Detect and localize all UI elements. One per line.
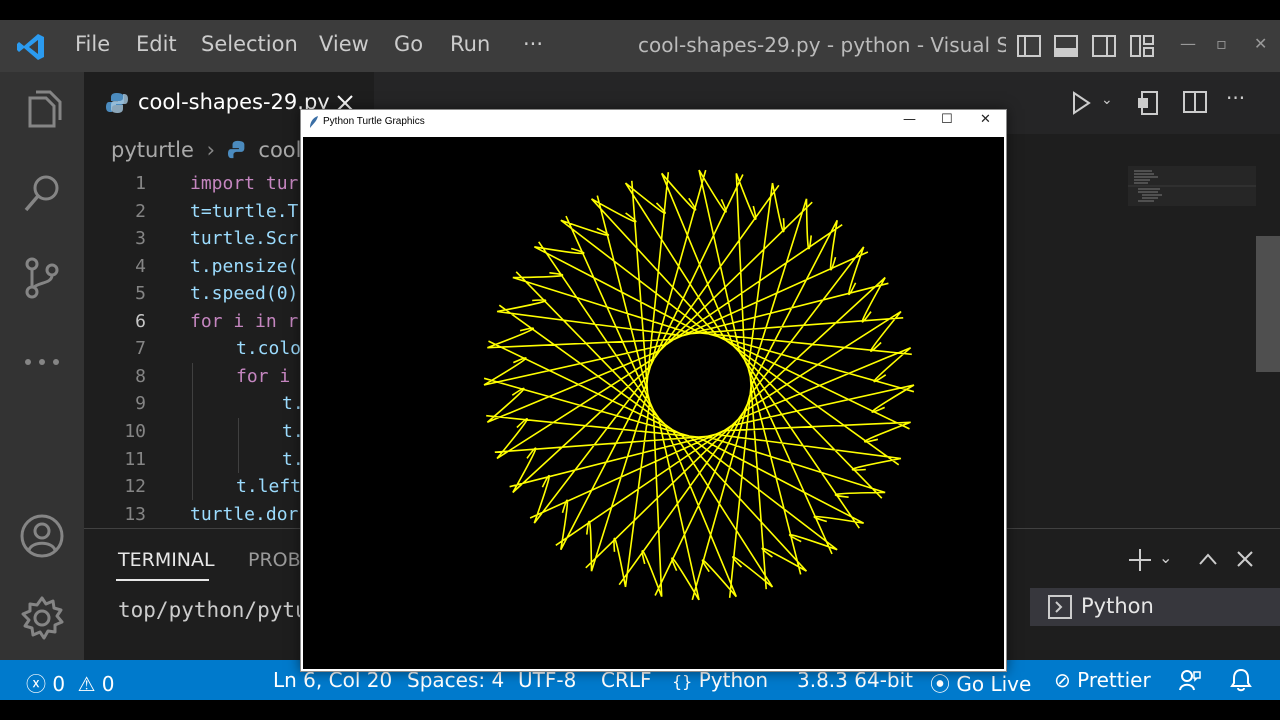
menu-run[interactable]: Run bbox=[450, 32, 490, 56]
feedback-icon[interactable] bbox=[1178, 668, 1202, 692]
code-line[interactable]: turtle.Scr bbox=[190, 228, 298, 249]
go-live-label: Go Live bbox=[956, 672, 1032, 696]
turtle-window-title: Python Turtle Graphics bbox=[323, 116, 425, 127]
activity-bar bbox=[0, 72, 84, 660]
feather-icon bbox=[310, 116, 318, 128]
python-file-icon bbox=[106, 93, 128, 113]
code-line-text: import tur bbox=[190, 173, 299, 194]
spirograph-drawing bbox=[483, 169, 915, 601]
code-line[interactable]: for i bbox=[236, 366, 301, 387]
error-icon: ⓧ bbox=[26, 672, 46, 696]
open-changes-icon[interactable] bbox=[1136, 90, 1160, 116]
more-icon[interactable] bbox=[18, 338, 66, 386]
maximize-icon[interactable]: ▫ bbox=[1216, 34, 1227, 53]
prettier-icon: ⊘ bbox=[1054, 668, 1071, 692]
line-number: 9 bbox=[135, 393, 146, 414]
window-close-icon[interactable]: ✕ bbox=[1254, 34, 1267, 53]
run-icon[interactable] bbox=[1070, 90, 1092, 116]
line-number: 10 bbox=[124, 421, 146, 442]
turtle-maximize-icon[interactable]: ☐ bbox=[941, 112, 953, 127]
broadcast-icon: ⦿ bbox=[930, 672, 950, 696]
settings-gear-icon[interactable] bbox=[18, 594, 66, 642]
split-editor-icon[interactable] bbox=[1182, 90, 1208, 114]
menu-view[interactable]: View bbox=[319, 32, 369, 56]
source-control-icon[interactable] bbox=[18, 254, 66, 302]
run-dropdown-icon[interactable]: ⌄ bbox=[1101, 92, 1113, 108]
new-terminal-icon[interactable] bbox=[1128, 548, 1152, 572]
line-number: 4 bbox=[135, 256, 146, 277]
active-tab-indicator bbox=[116, 579, 209, 581]
breadcrumb: pyturtle › cool- bbox=[111, 138, 309, 162]
turtle-close-icon[interactable]: ✕ bbox=[980, 112, 991, 127]
customize-layout-icon[interactable] bbox=[1129, 34, 1155, 58]
line-number: 11 bbox=[124, 449, 146, 470]
menu-selection[interactable]: Selection bbox=[201, 32, 298, 56]
error-count: 0 bbox=[52, 672, 66, 696]
chevron-right-icon: › bbox=[206, 138, 216, 162]
python-file-icon bbox=[227, 140, 245, 159]
menu-edit[interactable]: Edit bbox=[136, 32, 177, 56]
maximize-panel-icon[interactable] bbox=[1198, 550, 1218, 568]
prettier-label: Prettier bbox=[1077, 668, 1151, 692]
explorer-icon[interactable] bbox=[18, 88, 66, 136]
code-line[interactable]: t.left bbox=[236, 476, 301, 497]
warning-icon: ⚠ bbox=[77, 672, 96, 696]
braces-icon: {} bbox=[672, 672, 693, 691]
window-title: cool-shapes-29.py - python - Visual St..… bbox=[638, 33, 1006, 57]
line-number: 2 bbox=[135, 201, 146, 222]
spirograph-center bbox=[649, 335, 749, 435]
turtle-canvas[interactable] bbox=[303, 137, 1004, 669]
prettier-status[interactable]: ⊘ Prettier bbox=[1054, 668, 1151, 692]
code-line[interactable]: t=turtle.T bbox=[190, 201, 298, 222]
line-number: 5 bbox=[135, 283, 146, 304]
close-panel-icon[interactable] bbox=[1236, 550, 1254, 568]
problems-status[interactable]: ⓧ 0 ⚠ 0 bbox=[26, 668, 114, 697]
toggle-sidebar-icon[interactable] bbox=[1016, 34, 1042, 58]
breadcrumb-folder[interactable]: pyturtle bbox=[111, 138, 194, 162]
terminal-instance-item[interactable]: Python bbox=[1030, 588, 1280, 626]
line-number: 1 bbox=[135, 173, 146, 194]
vscode-logo-icon bbox=[17, 34, 44, 60]
line-number: 8 bbox=[135, 366, 146, 387]
title-bar: File Edit Selection View Go Run ··· cool… bbox=[0, 20, 1280, 72]
code-line-active[interactable]: for i in r bbox=[190, 311, 298, 332]
search-icon[interactable] bbox=[18, 170, 66, 218]
code-line[interactable]: t.colo bbox=[236, 338, 301, 359]
tab-terminal[interactable]: TERMINAL bbox=[118, 549, 215, 571]
toggle-panel-icon[interactable] bbox=[1053, 34, 1079, 58]
code-line[interactable]: turtle.dor bbox=[190, 504, 298, 525]
terminal-dropdown-icon[interactable]: ⌄ bbox=[1159, 548, 1172, 567]
code-line[interactable]: t.pensize( bbox=[190, 256, 298, 277]
indent-guide bbox=[238, 418, 239, 473]
line-number: 13 bbox=[124, 504, 146, 525]
indent-guide bbox=[192, 363, 193, 500]
code-line[interactable]: import tur bbox=[190, 173, 298, 194]
vscode-window: File Edit Selection View Go Run ··· cool… bbox=[0, 20, 1280, 700]
line-number: 3 bbox=[135, 228, 146, 249]
notifications-bell-icon[interactable] bbox=[1230, 668, 1252, 692]
minimize-icon[interactable]: — bbox=[1180, 34, 1196, 53]
menu-file[interactable]: File bbox=[75, 32, 110, 56]
terminal-icon bbox=[1048, 595, 1072, 619]
toggle-secondary-sidebar-icon[interactable] bbox=[1091, 34, 1117, 58]
turtle-minimize-icon[interactable]: — bbox=[903, 112, 916, 127]
editor-more-icon[interactable]: ··· bbox=[1226, 86, 1245, 110]
terminal-instance-label: Python bbox=[1081, 594, 1154, 618]
code-line[interactable]: t.speed(0) bbox=[190, 283, 298, 304]
editor-scrollbar[interactable] bbox=[1256, 236, 1280, 372]
minimap[interactable] bbox=[1128, 166, 1256, 226]
menu-more[interactable]: ··· bbox=[523, 32, 543, 56]
turtle-graphics-window[interactable]: Python Turtle Graphics — ☐ ✕ bbox=[300, 109, 1007, 672]
go-live-button[interactable]: ⦿ Go Live bbox=[930, 668, 1031, 697]
warning-count: 0 bbox=[101, 672, 115, 696]
line-number: 12 bbox=[124, 476, 146, 497]
line-number: 7 bbox=[135, 338, 146, 359]
line-number: 6 bbox=[135, 311, 146, 332]
menu-go[interactable]: Go bbox=[394, 32, 423, 56]
terminal-output[interactable]: top/python/pytu bbox=[118, 598, 308, 622]
account-icon[interactable] bbox=[18, 512, 66, 560]
